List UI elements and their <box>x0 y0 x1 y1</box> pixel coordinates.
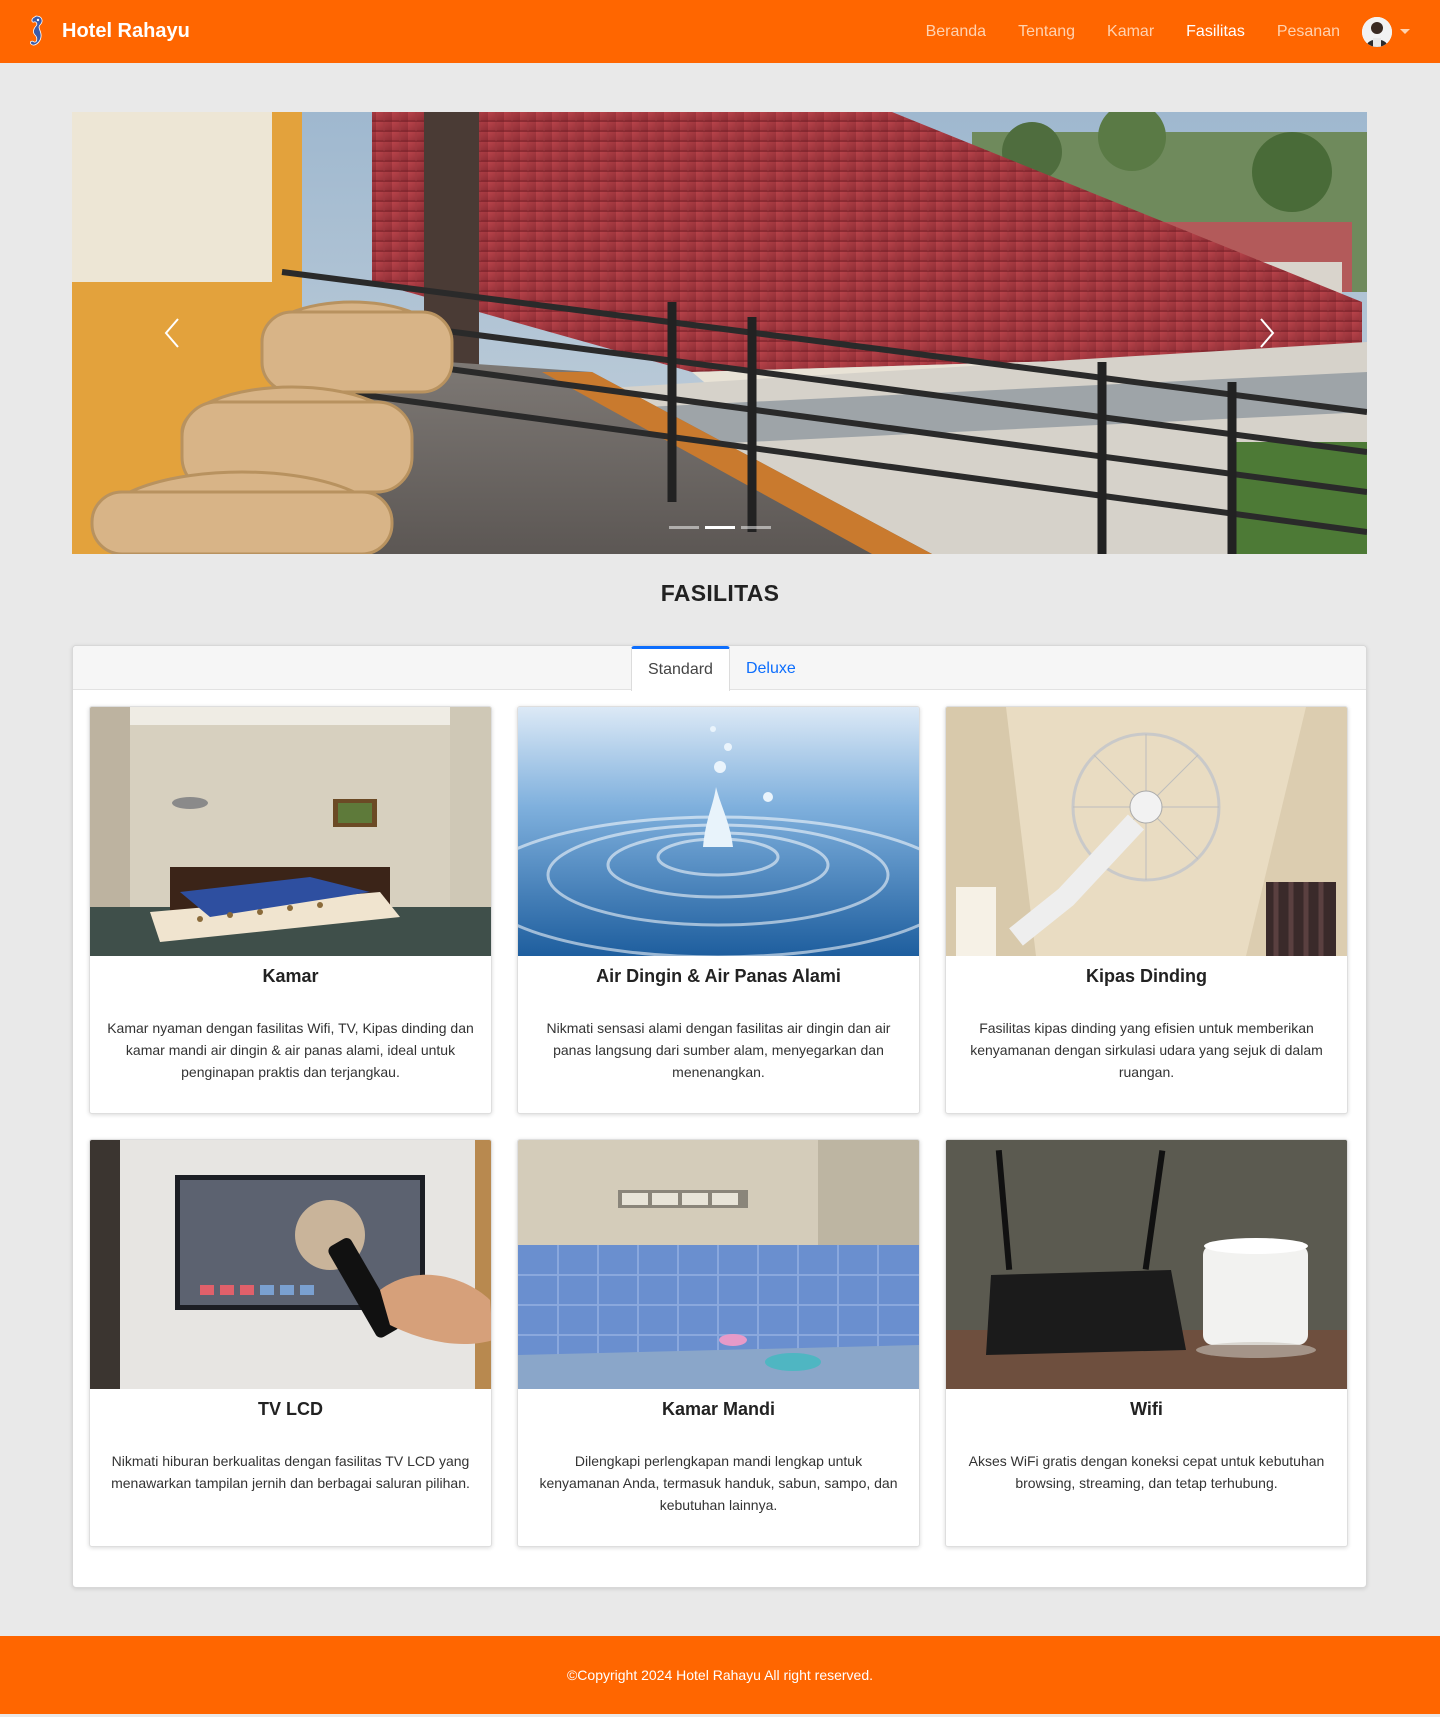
main-nav: Beranda Tentang Kamar Fasilitas Pesanan <box>926 0 1440 63</box>
carousel-indicator-3[interactable] <box>740 526 771 529</box>
card-text: Akses WiFi gratis dengan koneksi cepat u… <box>968 1453 1325 1491</box>
facility-card-kamar-mandi: Kamar Mandi Dilengkapi perlengkapan mand… <box>517 1139 920 1547</box>
footer: ©Copyright 2024 Hotel Rahayu All right r… <box>0 1636 1440 1714</box>
card-text: Nikmati hiburan berkualitas dengan fasil… <box>111 1453 470 1491</box>
facility-card-air: Air Dingin & Air Panas Alami Nikmati sen… <box>517 706 920 1114</box>
seahorse-logo-icon <box>29 15 43 45</box>
caret-down-icon <box>1400 29 1410 34</box>
user-menu[interactable] <box>1362 16 1410 47</box>
hero-carousel <box>72 112 1367 554</box>
carousel-prev-button[interactable] <box>112 112 232 554</box>
navbar: Hotel Rahayu Beranda Tentang Kamar Fasil… <box>0 0 1440 63</box>
facilities-panel: Standard Deluxe Kamar Kamar nyaman denga… <box>72 645 1367 1588</box>
card-title: Kamar Mandi <box>661 1399 776 1419</box>
card-title: Kipas Dinding <box>1086 966 1207 986</box>
wifi-router-image <box>946 1140 1347 1389</box>
card-title: TV LCD <box>258 1399 323 1419</box>
water-splash-image <box>518 707 919 956</box>
carousel-indicators <box>72 526 1367 529</box>
card-text: Nikmati sensasi alami dengan fasilitas a… <box>546 1020 891 1080</box>
facility-card-tv: TV LCD Nikmati hiburan berkualitas denga… <box>89 1139 492 1547</box>
card-title: Air Dingin & Air Panas Alami <box>596 966 841 986</box>
nav-tentang[interactable]: Tentang <box>1018 23 1075 41</box>
tv-lcd-image <box>90 1140 491 1389</box>
bedroom-image <box>90 707 491 956</box>
card-title: Kamar <box>262 966 319 986</box>
tab-deluxe[interactable]: Deluxe <box>730 646 812 691</box>
copyright-text: ©Copyright 2024 Hotel Rahayu All right r… <box>566 1667 874 1683</box>
facility-card-wifi: Wifi Akses WiFi gratis dengan koneksi ce… <box>945 1139 1348 1547</box>
tab-standard[interactable]: Standard <box>631 646 730 691</box>
carousel-indicator-1[interactable] <box>668 526 699 529</box>
nav-pesanan[interactable]: Pesanan <box>1277 23 1340 41</box>
card-title: Wifi <box>1130 1399 1163 1419</box>
user-avatar-icon <box>1362 16 1392 47</box>
chevron-right-icon <box>1260 318 1275 348</box>
wall-fan-image <box>946 707 1347 956</box>
chevron-left-icon <box>164 318 179 348</box>
panel-header: Standard Deluxe <box>73 646 1366 691</box>
card-text: Fasilitas kipas dinding yang efisien unt… <box>970 1020 1323 1080</box>
brand-name: Hotel Rahayu <box>62 20 190 42</box>
carousel-next-button[interactable] <box>1207 112 1327 554</box>
nav-beranda[interactable]: Beranda <box>926 23 987 41</box>
room-type-tabs: Standard Deluxe <box>631 646 812 691</box>
facility-card-kipas: Kipas Dinding Fasilitas kipas dinding ya… <box>945 706 1348 1114</box>
card-text: Kamar nyaman dengan fasilitas Wifi, TV, … <box>107 1020 474 1080</box>
nav-kamar[interactable]: Kamar <box>1107 23 1154 41</box>
section-title: FASILITAS <box>660 580 780 606</box>
carousel-slide-image <box>72 112 1367 554</box>
nav-fasilitas[interactable]: Fasilitas <box>1186 23 1245 41</box>
carousel-indicator-2[interactable] <box>704 526 735 529</box>
card-text: Dilengkapi perlengkapan mandi lengkap un… <box>539 1453 898 1513</box>
facility-card-kamar: Kamar Kamar nyaman dengan fasilitas Wifi… <box>89 706 492 1114</box>
brand[interactable]: Hotel Rahayu <box>24 13 190 51</box>
bathroom-image <box>518 1140 919 1389</box>
